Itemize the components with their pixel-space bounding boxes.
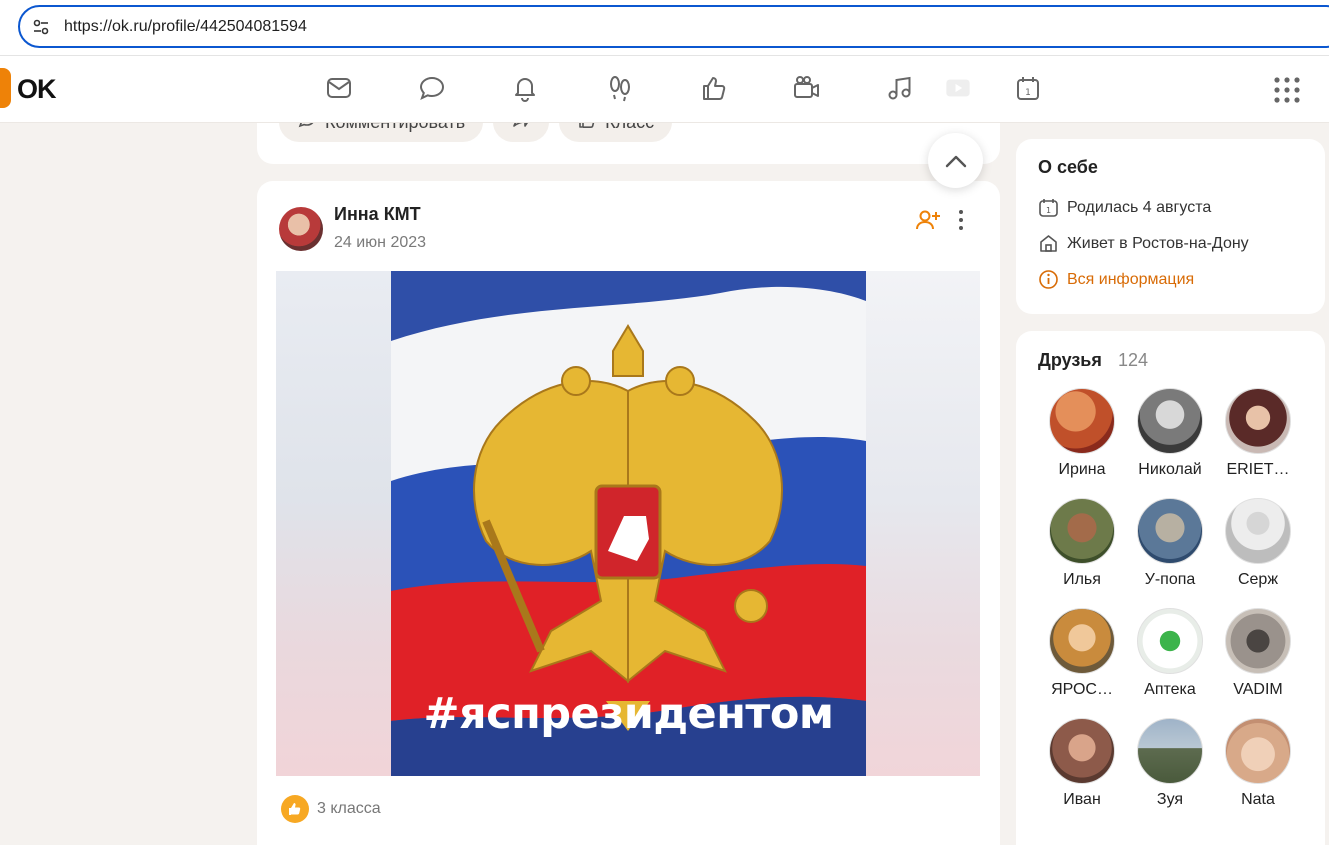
more-options-icon[interactable] — [951, 207, 971, 233]
friends-card: Друзья 124 Ирина Николай ERIET… Илья У-п… — [1016, 331, 1325, 845]
friend-item[interactable]: У-попа — [1129, 498, 1211, 589]
svg-text:1: 1 — [1025, 88, 1031, 98]
friend-item[interactable]: Зуя — [1129, 718, 1211, 809]
friend-name: У-попа — [1144, 571, 1196, 588]
friend-name: Серж — [1237, 571, 1279, 588]
friend-name: ЯРОС… — [1051, 681, 1113, 698]
post-date[interactable]: 24 июн 2023 — [334, 234, 426, 252]
all-info-text: Вся информация — [1067, 270, 1195, 288]
top-navigation: OK 1 — [0, 56, 1329, 123]
friend-avatar — [1137, 718, 1203, 784]
scroll-top-button[interactable] — [928, 133, 983, 188]
all-info-link[interactable]: Вся информация — [1038, 269, 1194, 290]
friend-avatar — [1225, 388, 1291, 454]
friend-avatar — [1225, 498, 1291, 564]
friend-item[interactable]: VADIM — [1217, 608, 1299, 699]
birthday-text: Родилась 4 августа — [1067, 198, 1212, 216]
add-friend-icon[interactable] — [915, 207, 941, 233]
bell-icon[interactable] — [509, 72, 541, 104]
about-card: О себе 1 Родилась 4 августа Живет в Рост… — [1016, 139, 1325, 314]
friend-name: Nata — [1241, 791, 1275, 808]
video-icon[interactable] — [790, 72, 822, 104]
friend-avatar — [1137, 388, 1203, 454]
music-icon[interactable] — [884, 72, 916, 104]
image-blur-left — [276, 271, 391, 776]
friend-name: VADIM — [1233, 681, 1283, 698]
friend-item[interactable]: Nata — [1217, 718, 1299, 809]
friend-avatar — [1225, 608, 1291, 674]
friends-title[interactable]: Друзья — [1038, 350, 1102, 371]
friend-item[interactable]: ЯРОС… — [1041, 608, 1123, 699]
friend-name: Аптека — [1144, 681, 1196, 698]
info-icon — [1039, 270, 1058, 289]
friends-count: 124 — [1118, 350, 1149, 370]
site-settings-icon[interactable] — [32, 18, 50, 36]
friend-name: Николай — [1138, 461, 1202, 478]
logo-text: OK — [17, 74, 56, 104]
discussions-icon[interactable] — [416, 72, 448, 104]
post-image[interactable]: #яспрезидентом — [276, 271, 980, 776]
friend-avatar — [1049, 388, 1115, 454]
chevron-up-icon — [945, 155, 966, 167]
friend-item[interactable]: Илья — [1041, 498, 1123, 589]
browser-address-bar: https://ok.ru/profile/442504081594 — [0, 0, 1329, 56]
url-field[interactable]: https://ok.ru/profile/442504081594 — [18, 5, 1329, 48]
friend-item[interactable]: Ирина — [1041, 388, 1123, 479]
calendar-icon: 1 — [1039, 199, 1058, 217]
author-name[interactable]: Инна КМТ — [334, 204, 421, 225]
image-hashtag-text: #яспрезидентом — [423, 689, 834, 739]
post-card: Инна КМТ 24 июн 2023 #яспрезидентом 3 кл… — [257, 181, 1000, 845]
about-title: О себе — [1038, 157, 1098, 177]
ok-logo[interactable]: OK — [0, 68, 62, 108]
friend-item[interactable]: Иван — [1041, 718, 1123, 809]
logo-mark — [0, 68, 11, 108]
image-blur-right — [866, 271, 980, 776]
class-thumb-icon — [281, 795, 309, 823]
friend-avatar — [1049, 718, 1115, 784]
city-text: Живет в Ростов-на-Дону — [1067, 234, 1249, 252]
friend-name: Илья — [1063, 571, 1101, 588]
friend-item[interactable]: ERIET… — [1217, 388, 1299, 479]
friend-item[interactable]: Серж — [1217, 498, 1299, 589]
city-row: Живет в Ростов-на-Дону — [1038, 233, 1249, 254]
friend-avatar — [1137, 608, 1203, 674]
url-text: https://ok.ru/profile/442504081594 — [64, 18, 307, 35]
messages-icon[interactable] — [323, 72, 355, 104]
apps-grid-icon[interactable] — [1273, 76, 1301, 104]
friend-item[interactable]: Аптека — [1129, 608, 1211, 699]
friend-name: Зуя — [1156, 791, 1184, 808]
likes-count-text: 3 класса — [317, 800, 381, 817]
calendar-icon[interactable]: 1 — [1012, 72, 1044, 104]
author-avatar[interactable] — [279, 207, 323, 251]
friend-name: ERIET… — [1226, 461, 1290, 478]
play-icon[interactable] — [940, 72, 976, 104]
svg-text:1: 1 — [1046, 206, 1051, 215]
friend-avatar — [1049, 498, 1115, 564]
friend-avatar — [1137, 498, 1203, 564]
post-likes[interactable]: 3 класса — [281, 795, 381, 823]
birthday-row: 1 Родилась 4 августа — [1038, 197, 1211, 218]
likes-icon[interactable] — [698, 72, 730, 104]
friend-avatar — [1049, 608, 1115, 674]
friend-name: Ирина — [1058, 461, 1106, 478]
friend-item[interactable]: Николай — [1129, 388, 1211, 479]
guests-icon[interactable] — [604, 72, 636, 104]
friend-name: Иван — [1063, 791, 1101, 808]
friend-avatar — [1225, 718, 1291, 784]
home-icon — [1040, 235, 1057, 252]
